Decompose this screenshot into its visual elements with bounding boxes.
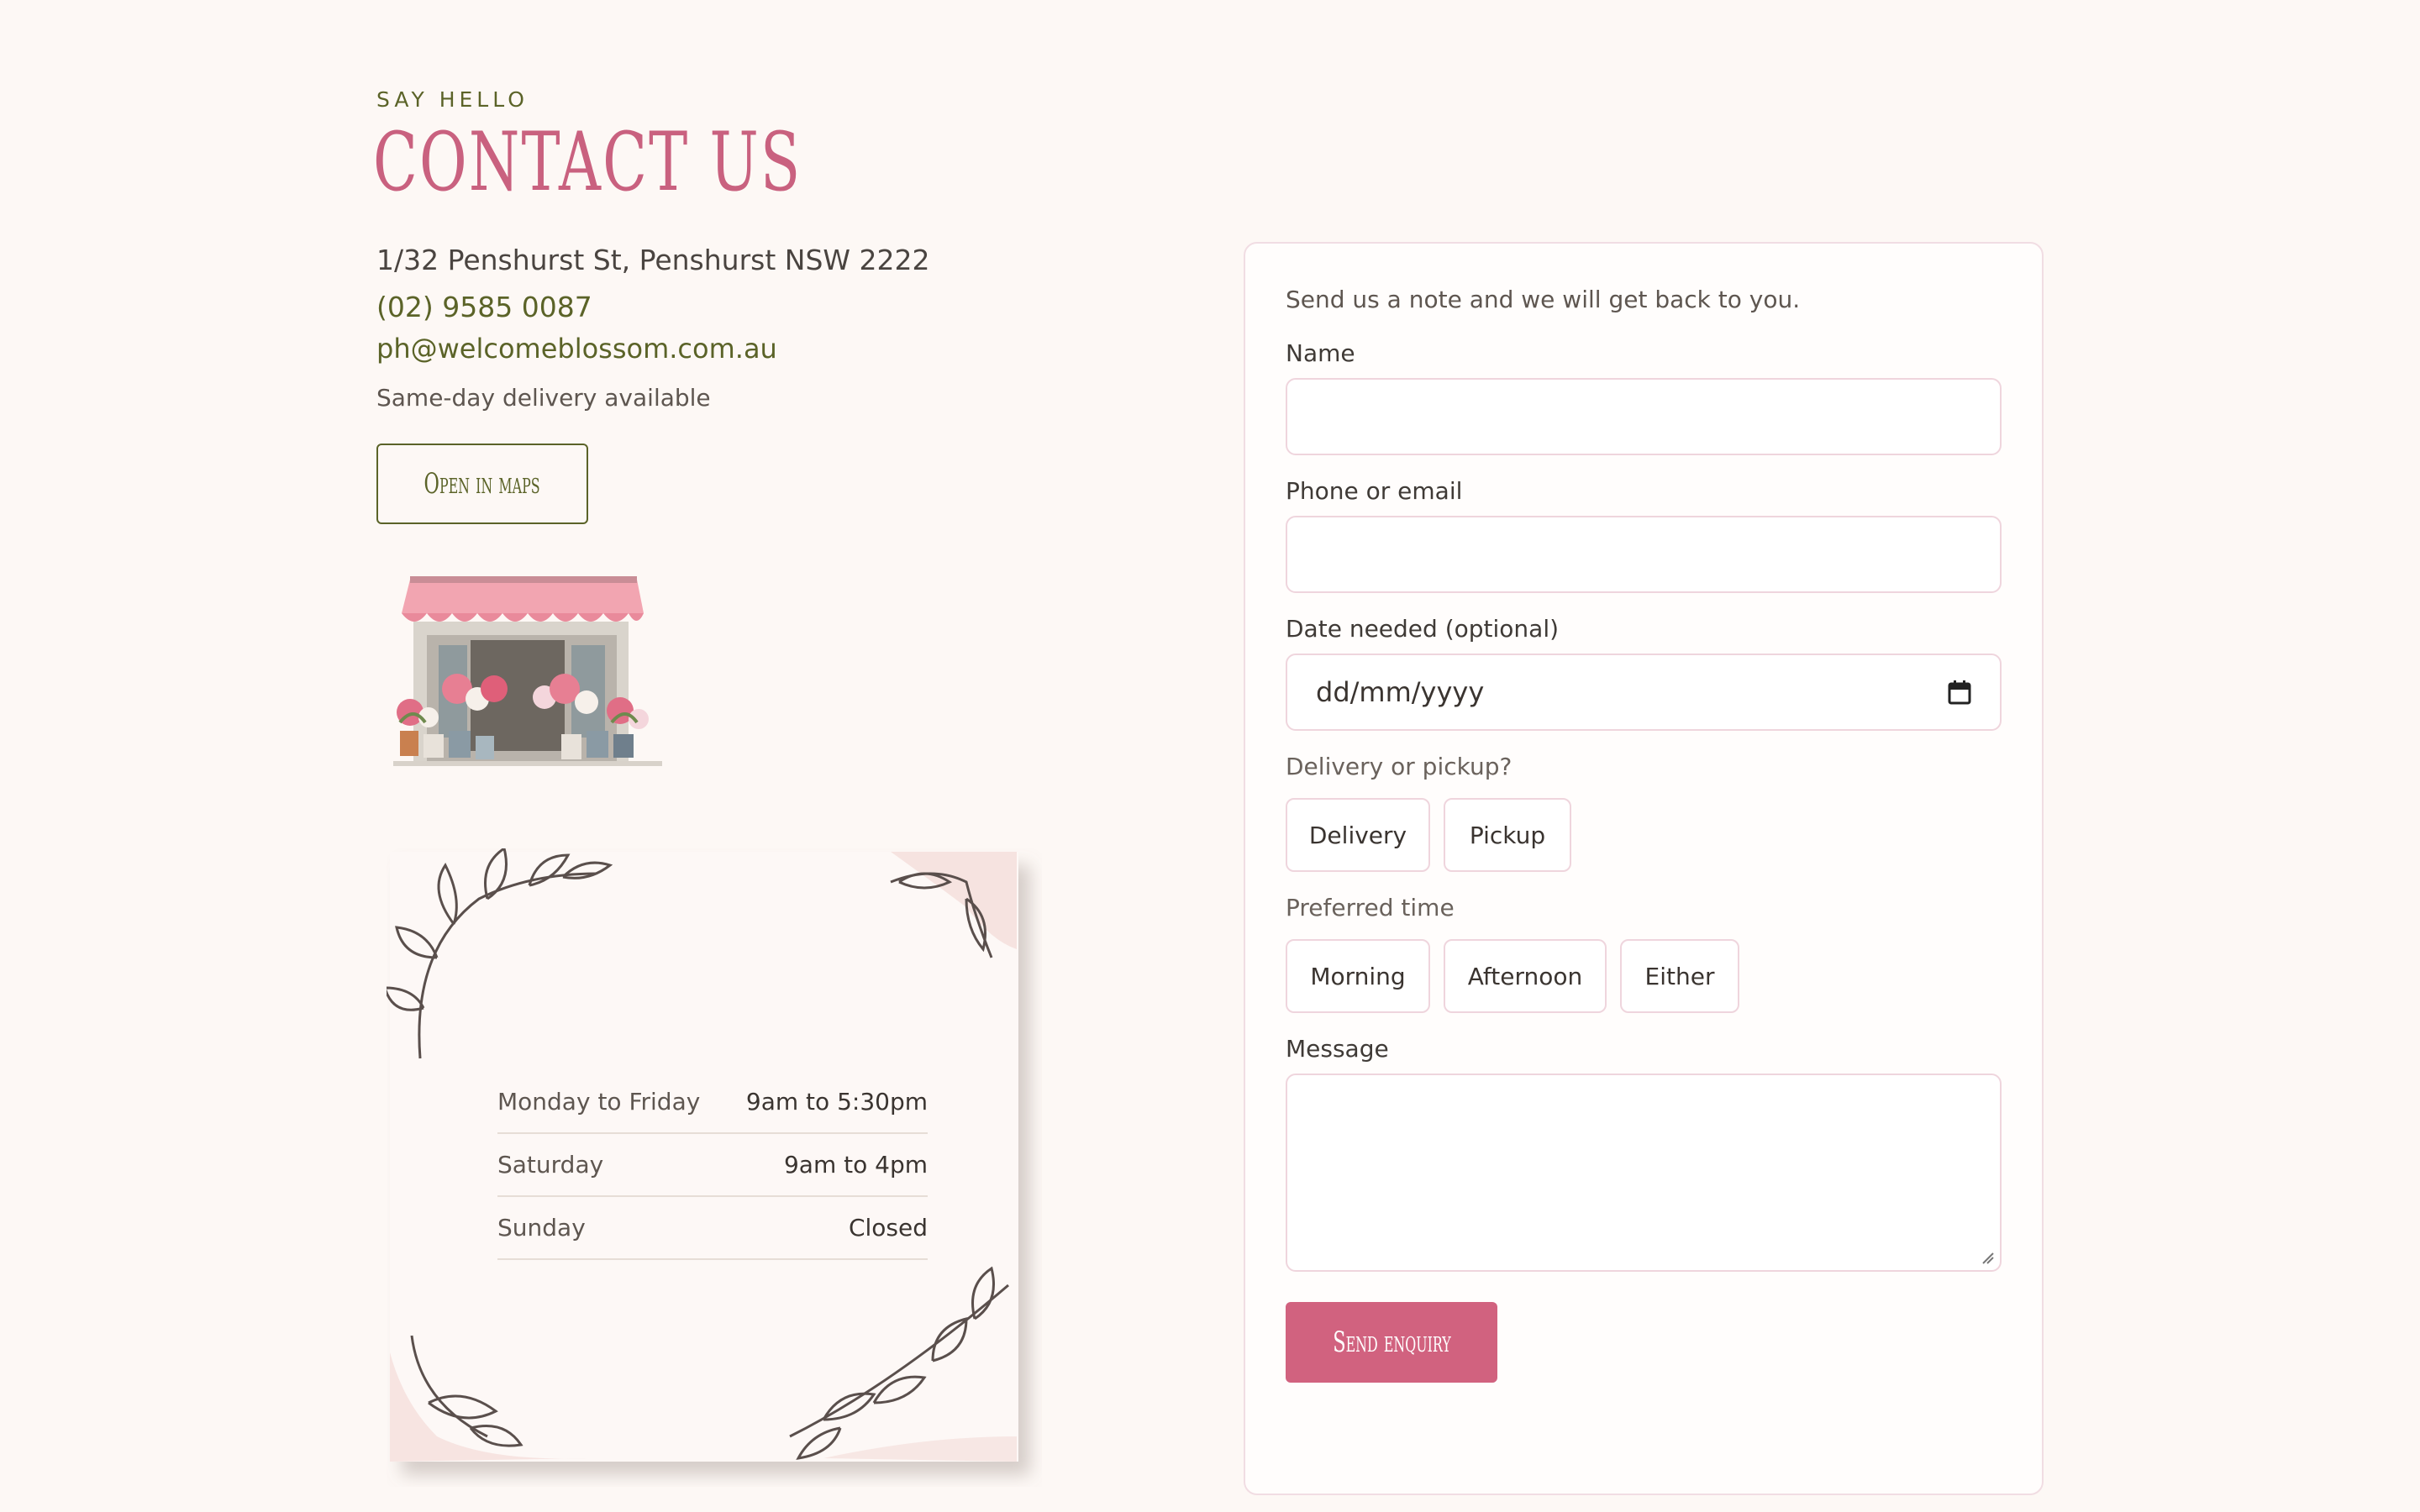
preferred-time-label: Preferred time	[1286, 894, 1455, 921]
hours-time: 9am to 4pm	[783, 1151, 928, 1179]
date-label: Date needed (optional)	[1286, 615, 1560, 643]
contact-label: Phone or email	[1286, 477, 1463, 505]
date-placeholder: dd/mm/yyyy	[1316, 676, 1485, 708]
open-in-maps-button[interactable]: Open in maps	[376, 444, 588, 524]
open-in-maps-label: Open in maps	[424, 467, 541, 501]
hours-row: Sunday Closed	[497, 1197, 928, 1260]
flower-shop-illustration	[393, 576, 662, 766]
hours-day: Sunday	[497, 1214, 586, 1242]
contact-page: SAY HELLO CONTACT US 1/32 Penshurst St, …	[0, 0, 2420, 1512]
page-title: CONTACT US	[373, 115, 802, 209]
calendar-icon[interactable]	[1948, 680, 1971, 705]
hours-day: Monday to Friday	[497, 1088, 701, 1116]
name-input[interactable]	[1286, 378, 2002, 455]
hours-row: Monday to Friday 9am to 5:30pm	[497, 1071, 928, 1134]
form-intro: Send us a note and we will get back to y…	[1286, 286, 1801, 313]
send-enquiry-label: Send enquiry	[1332, 1326, 1451, 1359]
resize-grip-icon[interactable]	[1981, 1252, 1995, 1265]
delivery-pickup-label: Delivery or pickup?	[1286, 753, 1512, 780]
phone-or-email-input[interactable]	[1286, 516, 2002, 593]
store-address: 1/32 Penshurst St, Penshurst NSW 2222	[376, 244, 930, 276]
send-enquiry-button[interactable]: Send enquiry	[1286, 1302, 1497, 1383]
hours-time: 9am to 5:30pm	[745, 1088, 928, 1116]
pickup-option[interactable]: Pickup	[1444, 798, 1571, 872]
either-option[interactable]: Either	[1620, 939, 1739, 1013]
hours-time: Closed	[848, 1214, 928, 1242]
delivery-note: Same-day delivery available	[376, 384, 711, 412]
email-link[interactable]: ph@welcomeblossom.com.au	[376, 333, 777, 365]
message-textarea[interactable]	[1286, 1074, 2002, 1272]
delivery-option[interactable]: Delivery	[1286, 798, 1430, 872]
morning-option[interactable]: Morning	[1286, 939, 1430, 1013]
afternoon-option[interactable]: Afternoon	[1444, 939, 1607, 1013]
date-input[interactable]: dd/mm/yyyy	[1286, 654, 2002, 731]
eyebrow-text: SAY HELLO	[376, 87, 529, 112]
hours-day: Saturday	[497, 1151, 604, 1179]
opening-hours-table: Monday to Friday 9am to 5:30pm Saturday …	[497, 1071, 928, 1260]
name-label: Name	[1286, 339, 1355, 367]
hours-row: Saturday 9am to 4pm	[497, 1134, 928, 1197]
message-label: Message	[1286, 1035, 1389, 1063]
phone-link[interactable]: (02) 9585 0087	[376, 291, 592, 323]
